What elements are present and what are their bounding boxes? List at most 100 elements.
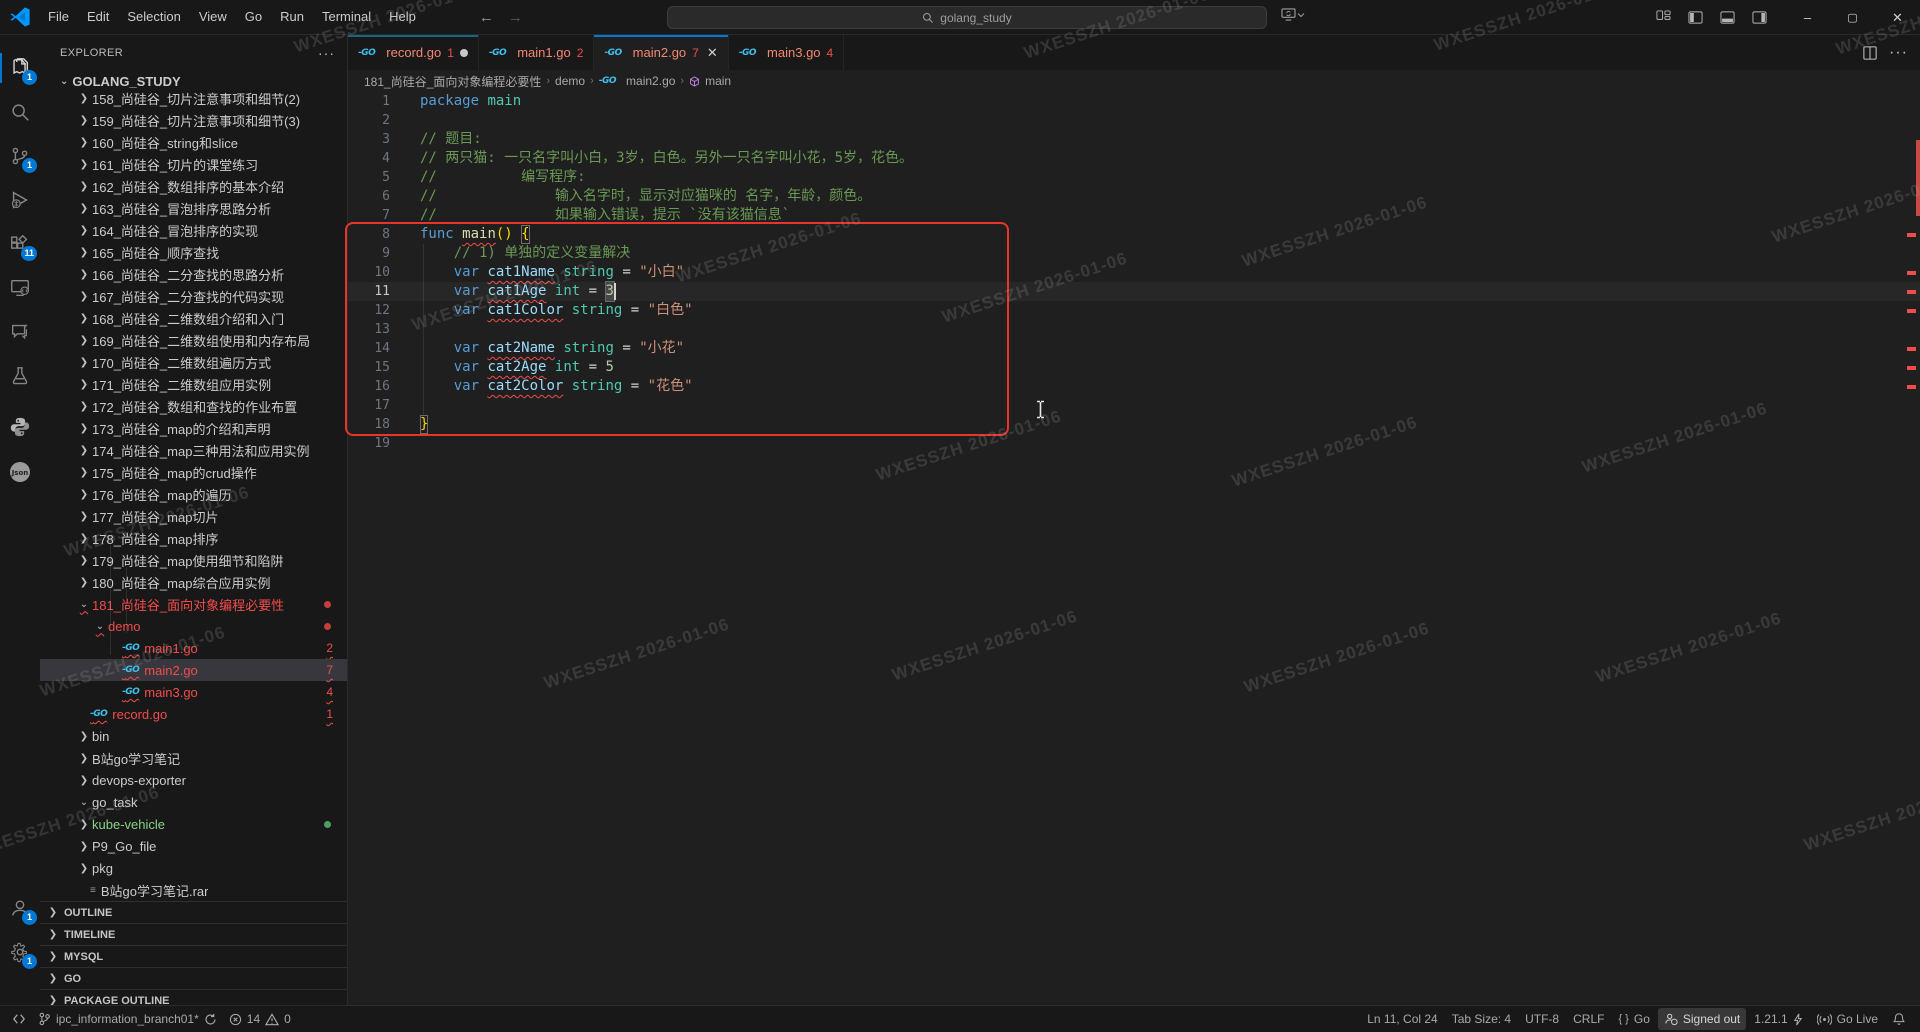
tree-file-main3.go[interactable]: GO main3.go 4 (40, 681, 347, 703)
split-editor-icon[interactable] (1863, 45, 1877, 60)
menu-go[interactable]: Go (236, 4, 271, 30)
code-line-4[interactable]: 4 // 两只猫: 一只名字叫小白，3岁，白色。另外一只名字叫小花，5岁，花色。 (348, 149, 1920, 168)
tree-folder-go_task[interactable]: ⌄ go_task (40, 791, 347, 813)
code-line-1[interactable]: 1 package main (348, 92, 1920, 111)
menu-file[interactable]: File (39, 4, 78, 30)
menu-terminal[interactable]: Terminal (313, 4, 380, 30)
settings-sync-indicator[interactable] (1281, 8, 1305, 21)
window-minimize-button[interactable]: – (1785, 0, 1830, 35)
activity-extensions-icon[interactable]: 11 (0, 224, 40, 264)
activity-source-control-icon[interactable]: 1 (0, 136, 40, 176)
code-line-18[interactable]: 18} (348, 415, 1920, 434)
tree-folder-168_尚硅谷_二维数组介绍和入门[interactable]: ❯ 168_尚硅谷_二维数组介绍和入门 (40, 307, 347, 329)
window-close-button[interactable]: ✕ (1875, 0, 1920, 35)
section-outline[interactable]: ❯ OUTLINE (40, 901, 347, 923)
code-line-6[interactable]: 6 // 输入名字时，显示对应猫咪的 名字，年龄，颜色。 (348, 187, 1920, 206)
eol-status[interactable]: CRLF (1567, 1008, 1610, 1030)
tab-record.go[interactable]: GO record.go 1 (348, 35, 479, 70)
go-live-status[interactable]: Go Live (1811, 1008, 1884, 1030)
nav-forward-icon[interactable]: → (508, 9, 523, 26)
tree-folder-bin[interactable]: ❯ bin (40, 725, 347, 747)
breadcrumb-item-181_尚硅谷_面向对象编程必要性[interactable]: 181_尚硅谷_面向对象编程必要性 (364, 73, 541, 90)
tree-folder-175_尚硅谷_map的crud操作[interactable]: ❯ 175_尚硅谷_map的crud操作 (40, 461, 347, 483)
code-line-11[interactable]: 11 var cat1Age int = 3 (348, 281, 1920, 302)
activity-search-icon[interactable] (0, 92, 40, 132)
tree-folder-pkg[interactable]: ❯ pkg (40, 857, 347, 879)
code-line-12[interactable]: 12 var cat1Color string = "白色" (348, 301, 1920, 320)
tree-folder-P9_Go_file[interactable]: ❯ P9_Go_file (40, 835, 347, 857)
code-line-16[interactable]: 16 var cat2Color string = "花色" (348, 377, 1920, 396)
activity-python-icon[interactable] (0, 407, 40, 447)
activity-accounts-icon[interactable]: 1 (0, 888, 40, 928)
tree-folder-162_尚硅谷_数组排序的基本介绍[interactable]: ❯ 162_尚硅谷_数组排序的基本介绍 (40, 175, 347, 197)
tree-folder-179_尚硅谷_map使用细节和陷阱[interactable]: ❯ 179_尚硅谷_map使用细节和陷阱 (40, 549, 347, 571)
code-line-5[interactable]: 5 // 编写程序: (348, 168, 1920, 187)
notifications-bell[interactable] (1886, 1008, 1912, 1030)
tree-folder-160_尚硅谷_string和slice[interactable]: ❯ 160_尚硅谷_string和slice (40, 131, 347, 153)
section-package-outline[interactable]: ❯ PACKAGE OUTLINE (40, 989, 347, 1005)
code-line-7[interactable]: 7 // 如果输入错误，提示 `没有该猫信息` (348, 206, 1920, 225)
encoding-status[interactable]: UTF-8 (1519, 1008, 1565, 1030)
section-timeline[interactable]: ❯ TIMELINE (40, 923, 347, 945)
customize-layout-icon[interactable] (1649, 5, 1677, 31)
toggle-panel-icon[interactable] (1713, 5, 1741, 31)
language-mode-status[interactable]: { } Go (1612, 1008, 1655, 1030)
activity-json-icon[interactable]: Json (0, 452, 40, 492)
toggle-primary-sidebar-icon[interactable] (1681, 5, 1709, 31)
menu-selection[interactable]: Selection (118, 4, 189, 30)
code-line-9[interactable]: 9 // 1) 单独的定义变量解决 (348, 244, 1920, 263)
tree-folder-167_尚硅谷_二分查找的代码实现[interactable]: ❯ 167_尚硅谷_二分查找的代码实现 (40, 285, 347, 307)
section-mysql[interactable]: ❯ MYSQL (40, 945, 347, 967)
code-line-13[interactable]: 13 (348, 320, 1920, 339)
tree-folder-B站go学习笔记[interactable]: ❯ B站go学习笔记 (40, 747, 347, 769)
tab-main1.go[interactable]: GO main1.go 2 (478, 35, 595, 70)
tree-folder-173_尚硅谷_map的介绍和声明[interactable]: ❯ 173_尚硅谷_map的介绍和声明 (40, 417, 347, 439)
code-line-15[interactable]: 15 var cat2Age int = 5 (348, 358, 1920, 377)
tree-file-B站go学习笔记.rar[interactable]: ≡ B站go学习笔记.rar (40, 879, 347, 901)
activity-chat-icon[interactable] (0, 312, 40, 352)
cursor-position-status[interactable]: Ln 11, Col 24 (1361, 1008, 1444, 1030)
menu-view[interactable]: View (190, 4, 236, 30)
tree-folder-180_尚硅谷_map综合应用实例[interactable]: ❯ 180_尚硅谷_map综合应用实例 (40, 571, 347, 593)
tree-folder-172_尚硅谷_数组和查找的作业布置[interactable]: ❯ 172_尚硅谷_数组和查找的作业布置 (40, 395, 347, 417)
tree-folder-171_尚硅谷_二维数组应用实例[interactable]: ❯ 171_尚硅谷_二维数组应用实例 (40, 373, 347, 395)
go-version-status[interactable]: 1.21.1 (1748, 1008, 1808, 1030)
activity-test-beaker-icon[interactable] (0, 356, 40, 396)
breadcrumb-item-demo[interactable]: demo (555, 74, 585, 88)
code-line-19[interactable]: 19 (348, 434, 1920, 453)
code-line-8[interactable]: 8 func main() { (348, 225, 1920, 244)
breadcrumb-item-main[interactable]: main (705, 74, 731, 88)
tree-folder-kube-vehicle[interactable]: ❯ kube-vehicle (40, 813, 347, 835)
tree-folder-166_尚硅谷_二分查找的思路分析[interactable]: ❯ 166_尚硅谷_二分查找的思路分析 (40, 263, 347, 285)
tree-folder-178_尚硅谷_map排序[interactable]: ❯ 178_尚硅谷_map排序 (40, 527, 347, 549)
tab-main3.go[interactable]: GO main3.go 4 (728, 35, 845, 70)
tree-folder-164_尚硅谷_冒泡排序的实现[interactable]: ❯ 164_尚硅谷_冒泡排序的实现 (40, 219, 347, 241)
tab-size-status[interactable]: Tab Size: 4 (1446, 1008, 1517, 1030)
modified-dot-icon[interactable] (459, 48, 468, 57)
code-line-17[interactable]: 17 (348, 396, 1920, 415)
nav-back-icon[interactable]: ← (479, 9, 494, 26)
code-line-14[interactable]: 14 var cat2Name string = "小花" (348, 339, 1920, 358)
more-actions-icon[interactable]: ··· (1889, 44, 1908, 62)
activity-remote-explorer-icon[interactable] (0, 268, 40, 308)
section-go[interactable]: ❯ GO (40, 967, 347, 989)
tree-folder-169_尚硅谷_二维数组使用和内存布局[interactable]: ❯ 169_尚硅谷_二维数组使用和内存布局 (40, 329, 347, 351)
problems-status[interactable]: 14 0 (223, 1008, 297, 1030)
tree-folder-177_尚硅谷_map切片[interactable]: ❯ 177_尚硅谷_map切片 (40, 505, 347, 527)
remote-indicator[interactable] (6, 1008, 32, 1030)
tree-folder-161_尚硅谷_切片的课堂练习[interactable]: ❯ 161_尚硅谷_切片的课堂练习 (40, 153, 347, 175)
menu-edit[interactable]: Edit (78, 4, 118, 30)
tree-file-record.go[interactable]: GO record.go 1 (40, 703, 347, 725)
code-line-3[interactable]: 3 // 题目: (348, 130, 1920, 149)
toggle-secondary-sidebar-icon[interactable] (1745, 5, 1773, 31)
breadcrumb-item-main2.go[interactable]: main2.go (626, 74, 675, 88)
tree-folder-165_尚硅谷_顺序查找[interactable]: ❯ 165_尚硅谷_顺序查找 (40, 241, 347, 263)
activity-run-debug-icon[interactable] (0, 180, 40, 220)
menu-help[interactable]: Help (380, 4, 425, 30)
tab-main2.go[interactable]: GO main2.go 7 ✕ (594, 35, 729, 70)
explorer-more-actions-icon[interactable]: ··· (318, 45, 335, 61)
tree-folder-170_尚硅谷_二维数组遍历方式[interactable]: ❯ 170_尚硅谷_二维数组遍历方式 (40, 351, 347, 373)
tree-folder-176_尚硅谷_map的遍历[interactable]: ❯ 176_尚硅谷_map的遍历 (40, 483, 347, 505)
menu-run[interactable]: Run (271, 4, 313, 30)
tab-close-icon[interactable]: ✕ (707, 45, 718, 61)
